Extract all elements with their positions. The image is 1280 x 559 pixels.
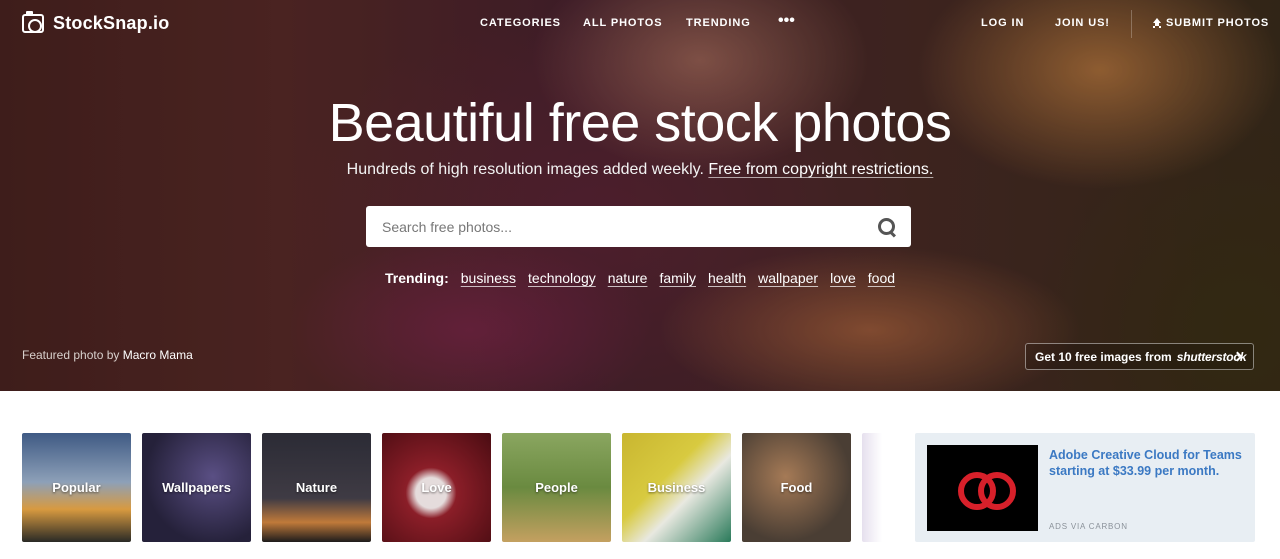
category-tile-people[interactable]: People: [502, 433, 611, 542]
category-label: People: [535, 480, 578, 495]
trending-tag-family[interactable]: family: [659, 270, 696, 286]
category-tile-love[interactable]: Love: [382, 433, 491, 542]
upload-icon: [1152, 17, 1162, 29]
hero-subtitle: Hundreds of high resolution images added…: [0, 161, 1280, 179]
featured-prefix: Featured photo by: [22, 348, 120, 362]
search-icon[interactable]: [877, 217, 897, 237]
trending-tag-business[interactable]: business: [461, 270, 516, 286]
category-label: Wallpapers: [162, 480, 231, 495]
category-label: Nature: [295, 480, 338, 495]
search-bar: [366, 206, 911, 247]
category-tile-nature[interactable]: Nature: [262, 433, 371, 542]
creative-cloud-logo-icon: [956, 468, 1016, 510]
trending-tag-wallpaper[interactable]: wallpaper: [758, 270, 818, 286]
hero-title: Beautiful free stock photos: [328, 93, 952, 153]
trending-label: Trending:: [384, 270, 449, 286]
trending-tags: Trending: business technology nature fam…: [0, 270, 1280, 286]
logo-text: StockSnap.io: [53, 13, 170, 33]
nav-divider: [1131, 10, 1132, 38]
category-label: Love: [421, 480, 452, 495]
submit-photos-label: SUBMIT PHOTOS: [1166, 17, 1270, 29]
camera-icon: [22, 11, 44, 33]
hero-banner: StockSnap.io CATEGORIES ALL PHOTOS TREND…: [0, 0, 1280, 391]
ad-image[interactable]: [927, 445, 1038, 531]
category-label: Popular: [52, 480, 101, 495]
trending-tag-food[interactable]: food: [868, 270, 895, 286]
trending-tag-nature[interactable]: nature: [608, 270, 648, 286]
category-label: Food: [780, 480, 813, 495]
hero-subtitle-text: Hundreds of high resolution images added…: [346, 161, 704, 178]
category-tile-food[interactable]: Food: [742, 433, 851, 542]
shutterstock-button[interactable]: Get 10 free images from shutterstock: [1025, 343, 1254, 370]
ad-text[interactable]: Adobe Creative Cloud for Teams starting …: [1049, 447, 1244, 479]
carbon-ad[interactable]: Adobe Creative Cloud for Teams starting …: [915, 433, 1255, 542]
nav-trending[interactable]: TRENDING: [686, 17, 751, 29]
featured-author-link[interactable]: Macro Mama: [123, 348, 193, 362]
category-tile-popular[interactable]: Popular: [22, 433, 131, 542]
trending-tag-technology[interactable]: technology: [528, 270, 596, 286]
category-tile-business[interactable]: Business: [622, 433, 731, 542]
search-input[interactable]: [366, 206, 877, 247]
shutterstock-button-text: Get 10 free images from: [1035, 349, 1172, 364]
copyright-link[interactable]: Free from copyright restrictions.: [708, 161, 933, 178]
nav-all-photos[interactable]: ALL PHOTOS: [583, 17, 663, 29]
trending-tag-love[interactable]: love: [830, 270, 856, 286]
nav-categories[interactable]: CATEGORIES: [480, 17, 561, 29]
category-tiles: Popular Wallpapers Nature Love People Bu…: [22, 433, 882, 542]
ad-via-label[interactable]: ADS VIA CARBON: [1049, 522, 1128, 531]
join-link[interactable]: JOIN US!: [1055, 17, 1110, 29]
logo[interactable]: StockSnap.io: [22, 11, 170, 34]
category-label: Business: [647, 480, 706, 495]
category-tile-partial[interactable]: [862, 433, 882, 542]
login-link[interactable]: LOG IN: [981, 17, 1024, 29]
trending-tag-health[interactable]: health: [708, 270, 746, 286]
more-menu-icon[interactable]: •••: [778, 12, 795, 30]
submit-photos-button[interactable]: SUBMIT PHOTOS: [1152, 17, 1269, 29]
featured-credit: Featured photo by Macro Mama: [22, 348, 193, 362]
category-tile-wallpapers[interactable]: Wallpapers: [142, 433, 251, 542]
